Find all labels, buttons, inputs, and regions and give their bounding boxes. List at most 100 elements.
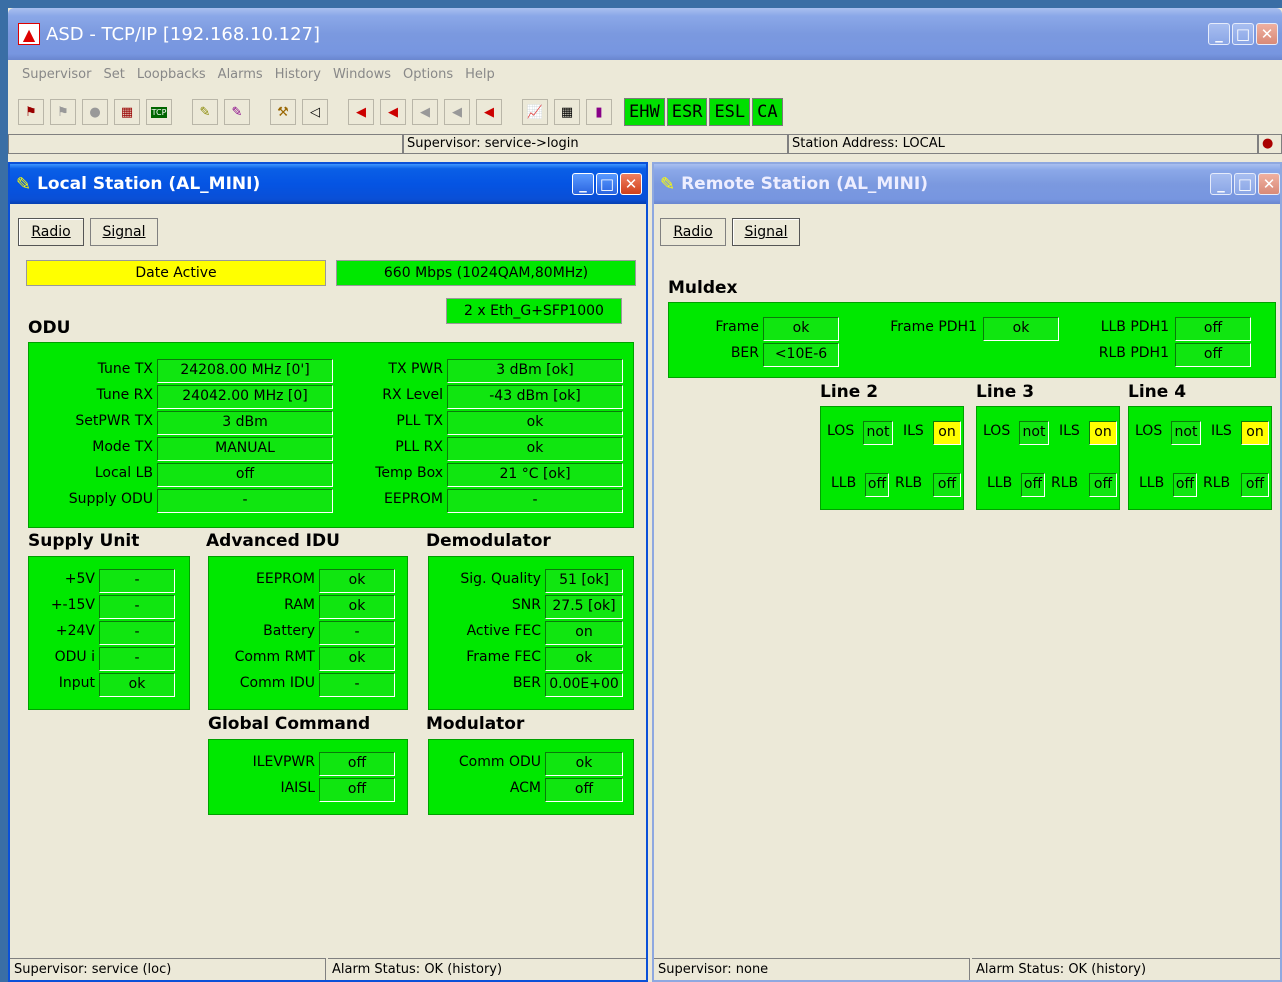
station-address: Station Address: LOCAL bbox=[788, 134, 1258, 154]
stop-button[interactable]: ● bbox=[82, 99, 108, 125]
supply-panel: +5V - +-15V - +24V - ODU i - Input ok bbox=[28, 556, 190, 710]
menu-item[interactable]: Options bbox=[397, 67, 459, 82]
supply-label: +24V bbox=[55, 623, 95, 639]
muldex-ber-value: <10E-6 bbox=[763, 343, 839, 367]
local-supervisor-status: Supervisor: service (loc) bbox=[10, 958, 326, 980]
menu-item[interactable]: Help bbox=[459, 67, 501, 82]
rlb-label: RLB bbox=[895, 475, 923, 491]
mod-value: ok bbox=[545, 752, 623, 776]
supply-heading: Supply Unit bbox=[28, 531, 140, 551]
remote-title: Remote Station (AL_MINI) bbox=[681, 174, 929, 194]
remote-tab-signal[interactable]: Signal bbox=[732, 218, 800, 246]
mod-heading: Modulator bbox=[426, 714, 525, 734]
line-heading: Line 3 bbox=[976, 382, 1035, 402]
supply-value: - bbox=[99, 569, 175, 593]
llb-value: off bbox=[1021, 473, 1045, 497]
local-tab-radio[interactable]: Radio bbox=[18, 218, 84, 246]
local-alarm-status: Alarm Status: OK (history) bbox=[328, 958, 646, 980]
bars-button[interactable]: ▮ bbox=[586, 99, 612, 125]
red-arrow-icon: ◀ bbox=[356, 104, 366, 120]
global-label: ILEVPWR bbox=[252, 754, 315, 770]
llb-label: LLB bbox=[831, 475, 857, 491]
loop3-button[interactable]: ◀ bbox=[412, 99, 438, 125]
remote-station-button[interactable]: ✎ bbox=[224, 99, 250, 125]
remote-tab-radio[interactable]: Radio bbox=[660, 218, 726, 246]
odu-label: PLL RX bbox=[395, 439, 443, 455]
station-button[interactable]: ▦ bbox=[114, 99, 140, 125]
adv-idu-panel: EEPROM ok RAM ok Battery - Comm RMT ok Comm IDU - bbox=[208, 556, 408, 710]
odu-label: Temp Box bbox=[375, 465, 443, 481]
local-station-button[interactable]: ✎ bbox=[192, 99, 218, 125]
supply-label: Input bbox=[58, 675, 95, 691]
loop5-button[interactable]: ◀ bbox=[476, 99, 502, 125]
muldex-frame-label: Frame bbox=[715, 319, 759, 335]
menu-item[interactable]: Windows bbox=[327, 67, 397, 82]
global-label: IAISL bbox=[280, 780, 315, 796]
odu-label: Mode TX bbox=[92, 439, 153, 455]
chart-button[interactable]: 📈 bbox=[522, 99, 548, 125]
tools-button[interactable]: ⚒ bbox=[270, 99, 296, 125]
rlb-value: off bbox=[1089, 473, 1117, 497]
menu-item[interactable]: History bbox=[269, 67, 327, 82]
loop4-button[interactable]: ◀ bbox=[444, 99, 470, 125]
adv_idu-value: ok bbox=[319, 647, 395, 671]
menu-item[interactable]: Supervisor bbox=[16, 67, 97, 82]
menu-item[interactable]: Alarms bbox=[212, 67, 269, 82]
table-button[interactable]: ▦ bbox=[554, 99, 580, 125]
rlb-value: off bbox=[933, 473, 961, 497]
mod-label: ACM bbox=[509, 780, 541, 796]
demod-value: ok bbox=[545, 647, 623, 671]
local-maximize-button[interactable]: □ bbox=[596, 173, 618, 195]
toolbar: ⚑ ⚑ ● ▦ TCP ✎ ✎ ⚒ ◁ ◀ ◀ ◀ ◀ ◀ 📈 ▦ ▮ EHW E… bbox=[8, 94, 1282, 130]
supply-label: +5V bbox=[64, 571, 95, 587]
global-value: off bbox=[319, 778, 395, 802]
disconnect-button[interactable]: ⚑ bbox=[50, 99, 76, 125]
mod-panel: Comm ODU ok ACM off bbox=[428, 739, 634, 815]
local-tab-signal[interactable]: Signal bbox=[90, 218, 158, 246]
tcp-button[interactable]: TCP bbox=[146, 99, 172, 125]
demod-value: on bbox=[545, 621, 623, 645]
llb-label: LLB bbox=[987, 475, 1013, 491]
bars-icon: ▮ bbox=[595, 104, 603, 120]
maximize-button[interactable]: □ bbox=[1232, 23, 1254, 45]
odu-label: PLL TX bbox=[396, 413, 443, 429]
los-value: not bbox=[863, 421, 893, 445]
adv_idu-value: - bbox=[319, 673, 395, 697]
loop2-button[interactable]: ◀ bbox=[380, 99, 406, 125]
muldex-frame-value: ok bbox=[763, 317, 839, 341]
odu-value: 3 dBm bbox=[157, 411, 333, 435]
ils-value: on bbox=[933, 421, 961, 445]
remote-title-bar: ✎ Remote Station (AL_MINI) _ □ ✕ bbox=[654, 164, 1280, 204]
audio-button[interactable]: ◁ bbox=[302, 99, 328, 125]
demod-label: Active FEC bbox=[466, 623, 541, 639]
remote-close-button[interactable]: ✕ bbox=[1258, 173, 1280, 195]
remote-maximize-button[interactable]: □ bbox=[1234, 173, 1256, 195]
odu-value: ok bbox=[447, 437, 623, 461]
menu-item[interactable]: Loopbacks bbox=[131, 67, 212, 82]
minimize-icon: _ bbox=[579, 175, 587, 193]
muldex-frame-pdh-label: Frame PDH1 bbox=[890, 319, 977, 335]
close-button[interactable]: ✕ bbox=[1256, 23, 1278, 45]
supply-value: - bbox=[99, 621, 175, 645]
local-minimize-button[interactable]: _ bbox=[572, 173, 594, 195]
maximize-icon: □ bbox=[1237, 175, 1253, 193]
demod-heading: Demodulator bbox=[426, 531, 551, 551]
local-close-button[interactable]: ✕ bbox=[620, 173, 642, 195]
minimize-button[interactable]: _ bbox=[1208, 23, 1230, 45]
record-icon: ● bbox=[1262, 136, 1274, 151]
loop1-button[interactable]: ◀ bbox=[348, 99, 374, 125]
muldex-llb-label: LLB PDH1 bbox=[1100, 319, 1169, 335]
rate-label: 660 Mbps (1024QAM,80MHz) bbox=[336, 260, 636, 286]
app-title: ASD - TCP/IP [192.168.10.127] bbox=[46, 23, 321, 45]
odu-value: 24208.00 MHz [0'] bbox=[157, 359, 333, 383]
global-panel: ILEVPWR off IAISL off bbox=[208, 739, 408, 815]
demod-label: BER bbox=[512, 675, 541, 691]
remote-minimize-button[interactable]: _ bbox=[1210, 173, 1232, 195]
demod-value: 0.00E+00 bbox=[545, 673, 623, 697]
connect-button[interactable]: ⚑ bbox=[18, 99, 44, 125]
menu-item[interactable]: Set bbox=[97, 67, 130, 82]
odu-label: Tune TX bbox=[97, 361, 153, 377]
muldex-rlb-value: off bbox=[1175, 343, 1251, 367]
odu-value: - bbox=[447, 489, 623, 513]
global-heading: Global Command bbox=[208, 714, 371, 734]
